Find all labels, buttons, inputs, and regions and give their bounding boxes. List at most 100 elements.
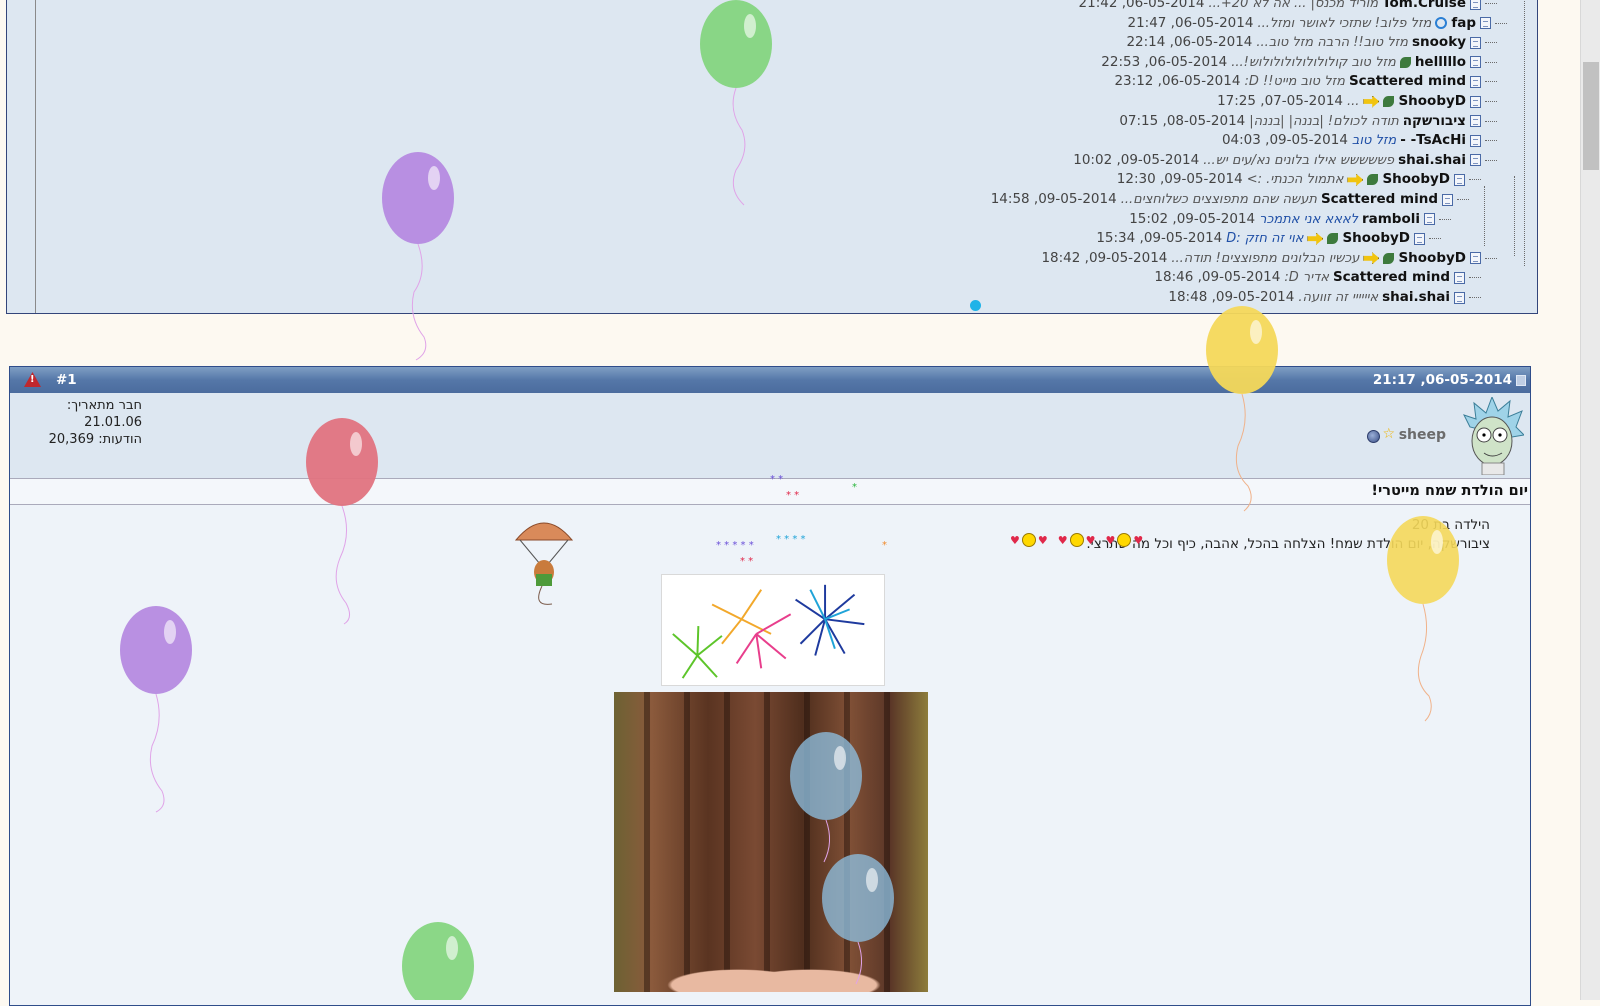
red-balloon-icon[interactable]: [304, 418, 380, 628]
parachute-mouse-icon: [514, 522, 574, 605]
thread-author-link[interactable]: ShoobyD: [1382, 170, 1450, 189]
thread-title-link[interactable]: אתמול הכנתי. :>: [1247, 170, 1344, 189]
thread-date: 06-05-2014, 21:47: [1127, 14, 1254, 31]
document-icon: [1470, 56, 1481, 69]
thread-tree-row[interactable]: ShoobyD עכשיו הבלונים מתפוצצים! תודה... 09…: [1041, 249, 1497, 268]
thread-author-link[interactable]: ShoobyD: [1398, 92, 1466, 111]
thread-tree-row[interactable]: snooky מזל טוב!! הרבה מזל טוב... 06-05-201…: [1126, 33, 1497, 52]
tree-connector: [1485, 140, 1497, 142]
thread-tree-row[interactable]: shai.shai איייייי זה זוועה. 09-05-2014, 18…: [1168, 288, 1481, 307]
thread-title-link[interactable]: מזל טוב קולולולולולולולוש!...: [1231, 53, 1396, 72]
thread-title-link[interactable]: מזל טוב מייט!! D:: [1244, 72, 1345, 91]
thread-tree-row[interactable]: Scattered mind מזל טוב מייט!! D: 06-05-201…: [1114, 72, 1497, 91]
tree-connector: [1485, 3, 1497, 4]
confetti: [970, 300, 981, 311]
thread-tree-row[interactable]: Scattered mind תעשה שהם מתפוצצים כשלוחצים…: [991, 190, 1469, 209]
thread-title-link[interactable]: לאאא אני אתמכר: [1259, 210, 1358, 229]
scrollbar-thumb[interactable]: [1583, 62, 1599, 170]
thread-author-link[interactable]: Tom.Cruise: [1382, 0, 1466, 13]
yellow-balloon-icon[interactable]: [1204, 306, 1280, 516]
tree-guide-line: [1524, 0, 1525, 266]
document-icon: [1470, 75, 1481, 88]
thread-title-link[interactable]: ...: [1347, 92, 1359, 111]
thread-title-link[interactable]: מזל פלוב! שתזכי לאושר ומזל...: [1257, 14, 1431, 33]
tree-connector: [1469, 179, 1481, 181]
thread-title-link[interactable]: מזל טוב: [1352, 131, 1396, 150]
thread-date: 09-05-2014, 12:30: [1116, 171, 1243, 188]
avatar[interactable]: [1462, 397, 1524, 475]
circle-icon: [1435, 17, 1448, 30]
thread-date: 09-05-2014, 18:46: [1154, 269, 1281, 286]
post-date: 06-05-2014, 21:17: [1372, 372, 1512, 388]
thread-author-link[interactable]: shai.shai: [1382, 288, 1450, 307]
thread-date: 09-05-2014, 18:42: [1041, 249, 1168, 266]
thread-date: 09-05-2014, 18:48: [1168, 289, 1295, 305]
thread-tree-row[interactable]: ShoobyD אוי זה חזק :D 09-05-2014, 15:34: [1096, 229, 1441, 248]
thread-tree-row[interactable]: ציבורשקה תודה לכולם! |בננה| |בננה| 08-05-2…: [1119, 112, 1497, 131]
thread-date: 08-05-2014, 07:15: [1119, 112, 1246, 129]
thread-date: 07-05-2014, 17:25: [1217, 93, 1344, 109]
username-link[interactable]: sheep: [1399, 427, 1446, 443]
leaf-icon: [1383, 96, 1395, 107]
vertical-scrollbar[interactable]: [1580, 0, 1600, 1000]
thread-tree-row[interactable]: Tom.Cruise מוריד מכנס| ... אה לא 20+... 06…: [1079, 0, 1497, 13]
document-icon: [1470, 134, 1481, 147]
thread-tree-row[interactable]: ramboli לאאא אני אתמכר 09-05-2014, 15:02: [1129, 210, 1451, 229]
thread-author-link[interactable]: TsAcHi- -: [1400, 131, 1466, 150]
thread-author-link[interactable]: shai.shai: [1398, 151, 1466, 170]
document-icon: [1470, 115, 1481, 128]
thread-date: 06-05-2014, 22:14: [1126, 34, 1253, 51]
purple-balloon-icon[interactable]: [118, 606, 194, 816]
tree-connector: [1495, 22, 1507, 24]
thread-author-link[interactable]: ציבורשקה: [1403, 112, 1466, 131]
thread-title-link[interactable]: עכשיו הבלונים מתפוצצים! תודה...: [1171, 249, 1359, 268]
document-icon: [1470, 0, 1481, 10]
yellow-balloon-icon[interactable]: [1385, 516, 1461, 726]
thread-title-link[interactable]: אדיר D:: [1284, 268, 1329, 287]
tree-connector: [1457, 199, 1469, 200]
tree-connector: [1485, 120, 1497, 122]
thread-author-link[interactable]: snooky: [1412, 33, 1466, 52]
heart-icon: ♥: [1010, 533, 1020, 547]
document-icon: [1470, 36, 1481, 49]
thread-title-link[interactable]: איייייי זה זוועה.: [1298, 288, 1378, 307]
tree-connector: [1485, 61, 1497, 63]
thread-date: 09-05-2014, 14:58: [990, 191, 1117, 207]
confetti: * *: [786, 490, 800, 501]
thread-title-link[interactable]: מוריד מכנס| ... אה לא 20+...: [1209, 0, 1379, 13]
thread-author-link[interactable]: Scattered mind: [1321, 190, 1438, 209]
leaf-icon: [1327, 233, 1339, 245]
thread-tree-row[interactable]: helllllo מזל טוב קולולולולולולולוש!... 06-…: [1101, 53, 1497, 72]
thread-tree-row[interactable]: TsAcHi- - מזל טוב 09-05-2014, 04:03: [1222, 131, 1497, 150]
thread-tree-row[interactable]: fap מזל פלוב! שתזכי לאושר ומזל... 06-05-20…: [1127, 14, 1507, 33]
thread-tree-row[interactable]: ShoobyD... 07-05-2014, 17:25: [1217, 92, 1497, 111]
heart-icon: ♥: [1085, 533, 1096, 547]
blue-balloon-icon[interactable]: [820, 854, 896, 1000]
thread-author-link[interactable]: helllllo: [1415, 53, 1466, 72]
thread-author-link[interactable]: ShoobyD: [1342, 229, 1410, 248]
thread-title-link[interactable]: תודה לכולם! |בננה| |בננה|: [1249, 112, 1398, 131]
document-icon: [1470, 95, 1481, 108]
thread-author-link[interactable]: Scattered mind: [1333, 268, 1450, 287]
thread-tree-row[interactable]: Scattered mind אדיר D: 09-05-2014, 18:46: [1154, 268, 1481, 287]
thread-tree-row[interactable]: ShoobyD אתמול הכנתי. :> 09-05-2014, 12:30: [1117, 170, 1481, 189]
thread-title-link[interactable]: תעשה שהם מתפוצצים כשלוחצים...: [1121, 190, 1317, 209]
purple-balloon-icon[interactable]: [380, 152, 458, 364]
thread-title-link[interactable]: פששששש אילו בלונים נא/עים יש...: [1203, 151, 1394, 170]
thread-author-link[interactable]: ShoobyD: [1398, 249, 1466, 268]
post-number-link[interactable]: #1: [56, 372, 77, 388]
post-count: הודעות: 20,369: [48, 432, 142, 447]
tree-connector: [1439, 218, 1451, 220]
report-icon[interactable]: [24, 372, 41, 387]
thread-title-link[interactable]: מזל טוב!! הרבה מזל טוב...: [1256, 33, 1408, 52]
thread-title-link[interactable]: אוי זה חזק :D: [1226, 229, 1303, 248]
thread-author-link[interactable]: Scattered mind: [1349, 72, 1466, 91]
thread-author-link[interactable]: fap: [1451, 14, 1476, 33]
green-balloon-icon[interactable]: [400, 922, 476, 1000]
arrow-icon: [1307, 232, 1324, 245]
confetti: *: [852, 482, 857, 493]
thread-tree-row[interactable]: shai.shai פששששש אילו בלונים נא/עים יש...…: [1073, 151, 1497, 170]
thread-author-link[interactable]: ramboli: [1362, 210, 1420, 229]
tree-connector: [1485, 42, 1497, 44]
green-balloon-icon[interactable]: [698, 0, 774, 210]
